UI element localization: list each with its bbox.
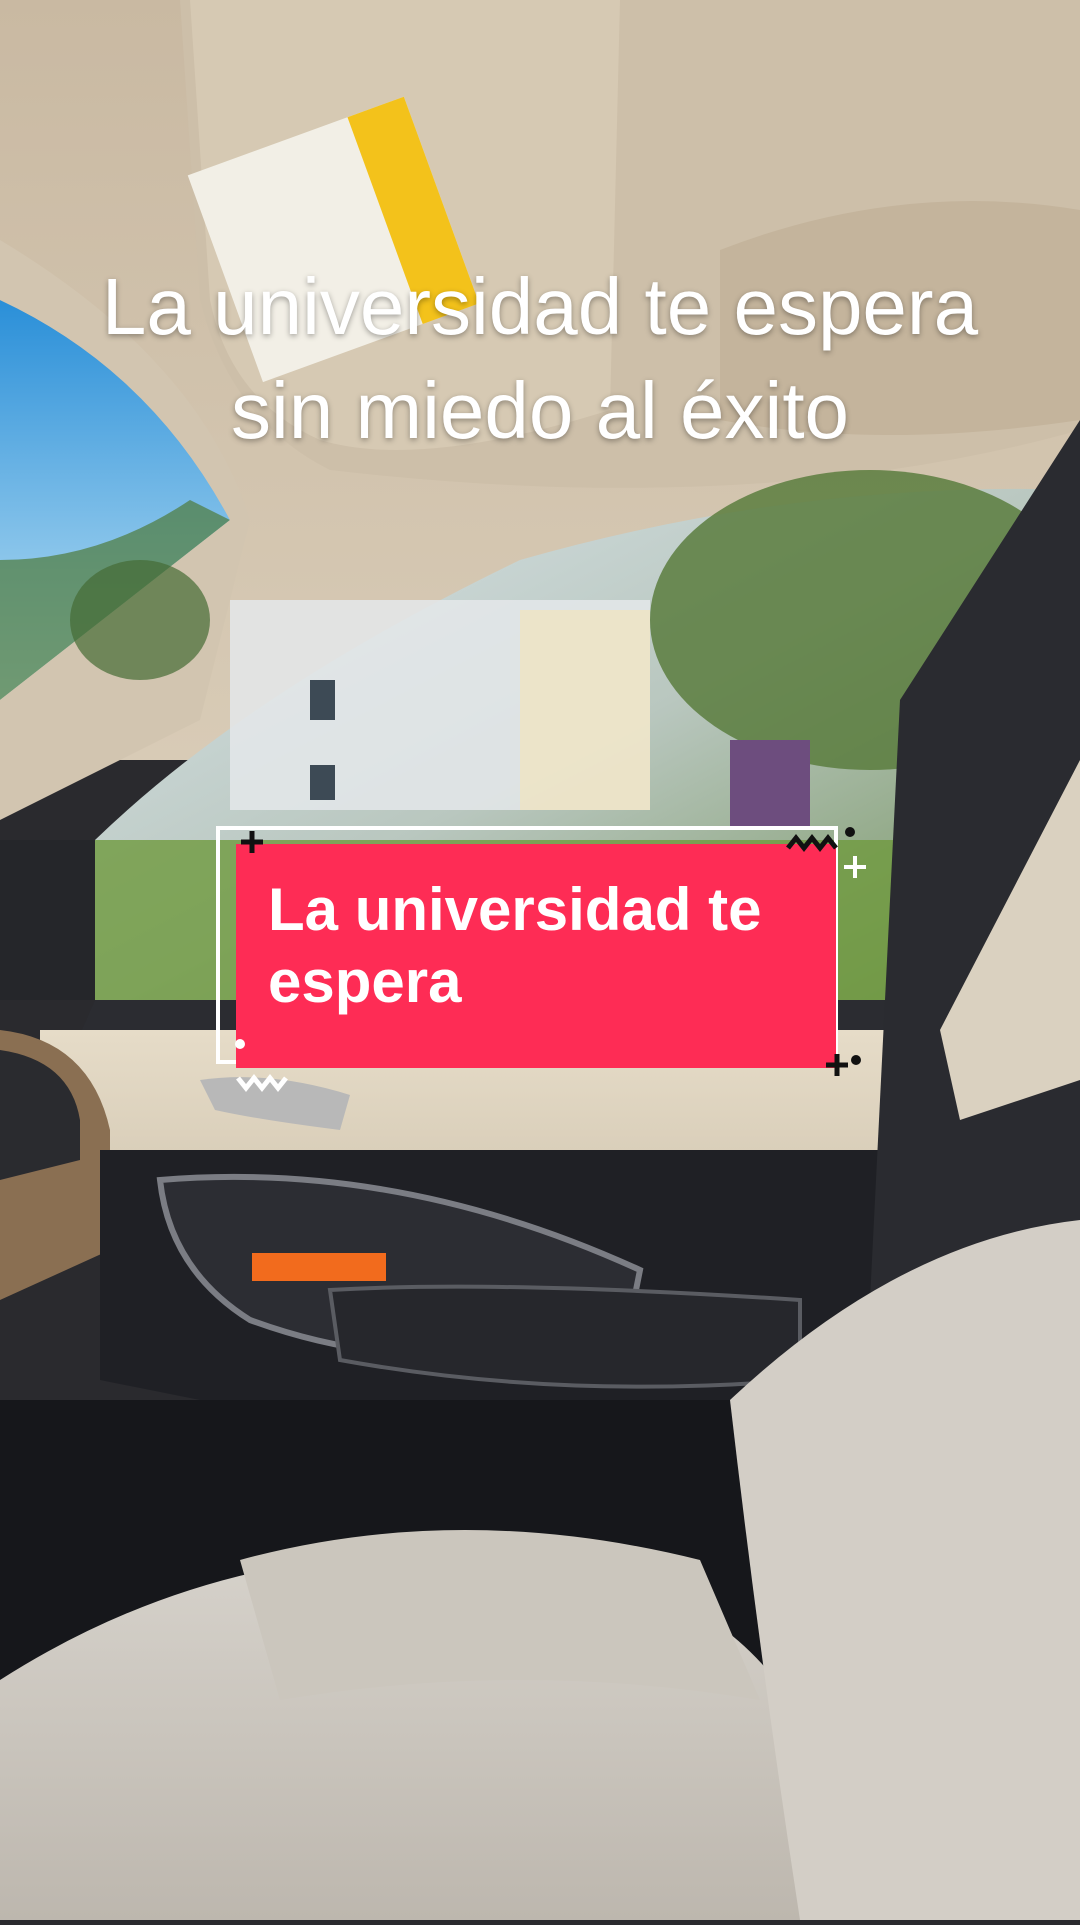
video-caption: La universidad te espera sin miedo al éx…: [101, 262, 979, 455]
plus-sparkle-icon: [826, 1054, 848, 1076]
dot-icon: [845, 827, 855, 837]
zigzag-icon: [786, 833, 838, 853]
dot-icon: [235, 1039, 245, 1049]
dot-icon: [851, 1055, 861, 1065]
zigzag-icon: [236, 1073, 288, 1093]
sticker-text: La universidad te espera: [268, 876, 762, 1015]
plus-sparkle-icon: [241, 831, 263, 853]
text-sticker[interactable]: La universidad te espera: [216, 826, 866, 1093]
plus-sparkle-icon: [844, 856, 866, 878]
